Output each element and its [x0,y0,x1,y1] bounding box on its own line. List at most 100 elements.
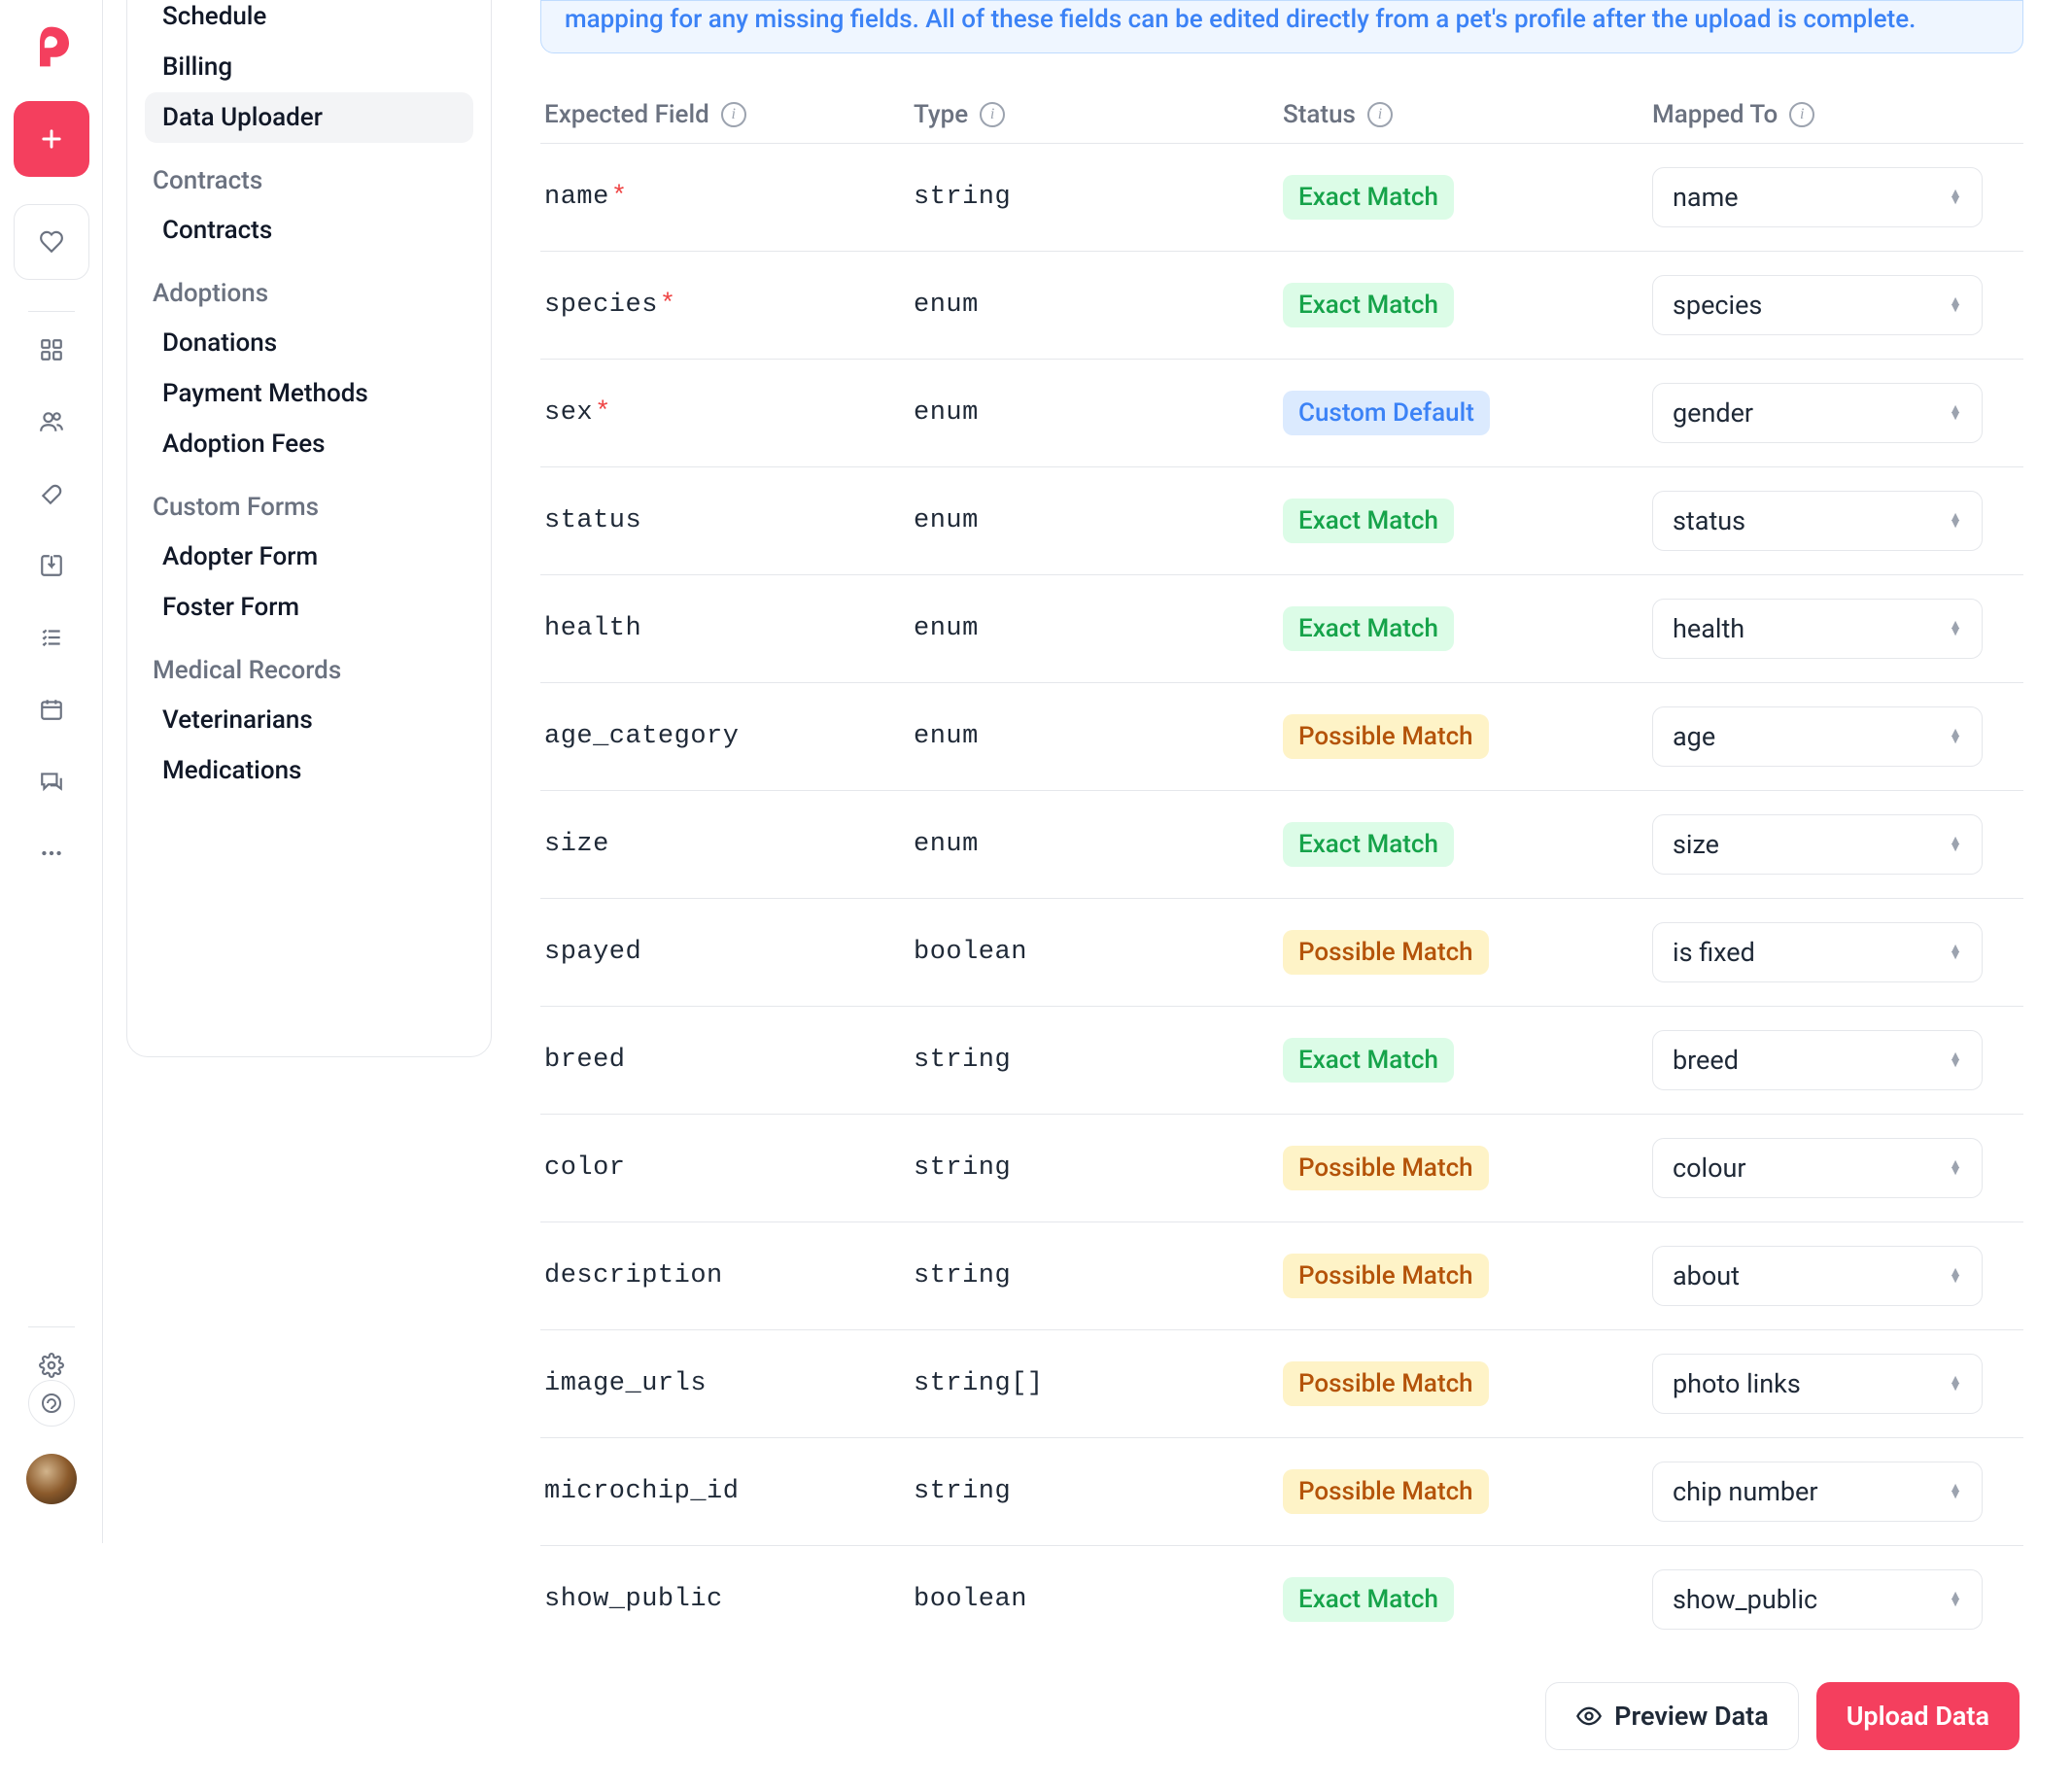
chevron-up-down-icon: ▲▼ [1949,1269,1962,1283]
mapped-to-select[interactable]: health▲▼ [1652,599,1983,659]
expected-field-cell: microchip_id [544,1477,914,1506]
select-value: show_public [1673,1584,1817,1615]
mapped-to-select[interactable]: photo links ▲▼ [1652,1354,1983,1414]
people-icon[interactable] [37,407,66,436]
status-cell: Exact Match [1283,1577,1652,1622]
dashboard-icon[interactable] [37,335,66,364]
favorites-button[interactable] [14,204,89,280]
mapped-to-select[interactable]: is fixed ▲▼ [1652,922,1983,982]
tasks-icon[interactable] [37,623,66,652]
mapping-row: sex*enumCustom Defaultgender▲▼ [540,359,2023,466]
calendar-icon[interactable] [37,695,66,724]
select-value: photo links [1673,1368,1801,1399]
type-cell: boolean [914,938,1283,967]
chevron-up-down-icon: ▲▼ [1949,946,1962,959]
mapping-row: colorstringPossible Matchcolour▲▼ [540,1114,2023,1221]
type-cell: enum [914,722,1283,751]
info-icon[interactable]: i [1367,102,1393,127]
sidebar-item-adoption-fees[interactable]: Adoption Fees [145,419,473,469]
select-value: name [1673,182,1739,213]
type-cell: string [914,1477,1283,1506]
status-badge: Exact Match [1283,1577,1454,1622]
status-badge: Exact Match [1283,499,1454,543]
mapped-to-select[interactable]: show_public▲▼ [1652,1569,1983,1630]
required-asterisk: * [595,398,611,428]
status-cell: Exact Match [1283,499,1652,543]
more-icon[interactable] [37,839,66,868]
sidebar-item-contracts[interactable]: Contracts [145,205,473,256]
status-cell: Exact Match [1283,283,1652,327]
status-badge: Exact Match [1283,822,1454,867]
preview-data-button[interactable]: Preview Data [1545,1682,1799,1750]
mapped-to-select[interactable]: about▲▼ [1652,1246,1983,1306]
eye-icon [1575,1703,1603,1730]
info-icon[interactable]: i [980,102,1005,127]
select-value: chip number [1673,1476,1818,1507]
mapped-to-select[interactable]: age▲▼ [1652,706,1983,767]
status-cell: Possible Match [1283,1361,1652,1406]
mapped-to-select[interactable]: gender▲▼ [1652,383,1983,443]
status-badge: Exact Match [1283,283,1454,327]
sidebar-item-medications[interactable]: Medications [145,745,473,796]
add-button[interactable] [14,101,89,177]
mapped-to-select[interactable]: size ▲▼ [1652,814,1983,875]
mapped-to-select[interactable]: breed▲▼ [1652,1030,1983,1090]
messages-icon[interactable] [37,767,66,796]
status-cell: Possible Match [1283,714,1652,759]
status-badge: Possible Match [1283,1361,1489,1406]
select-value: species [1673,290,1762,321]
expected-field-cell: spayed [544,938,914,967]
mapped-to-select[interactable]: colour▲▼ [1652,1138,1983,1198]
chevron-up-down-icon: ▲▼ [1949,1161,1962,1175]
settings-icon[interactable] [37,1351,66,1380]
sidebar-item-payment-methods[interactable]: Payment Methods [145,368,473,419]
status-cell: Possible Match [1283,1146,1652,1190]
mapped-to-select[interactable]: name ▲▼ [1652,167,1983,227]
inbox-icon[interactable] [37,551,66,580]
mapping-row: species * enumExact Match species▲▼ [540,251,2023,359]
status-badge: Possible Match [1283,714,1489,759]
sidebar-item-adopter-form[interactable]: Adopter Form [145,532,473,582]
status-badge: Custom Default [1283,391,1490,435]
chevron-up-down-icon: ▲▼ [1949,838,1962,851]
info-icon[interactable]: i [721,102,746,127]
select-value: status [1673,505,1745,536]
status-cell: Possible Match [1283,1254,1652,1298]
info-icon[interactable]: i [1789,102,1814,127]
sidebar-item-billing[interactable]: Billing [145,42,473,92]
main-content: mapping for any missing fields. All of t… [540,0,2033,1789]
column-status: Status i [1283,100,1652,129]
mapping-row: status enumExact Match status▲▼ [540,466,2023,574]
mapping-row: sizeenumExact Matchsize▲▼ [540,790,2023,898]
sidebar-heading: Custom Forms [145,469,473,532]
upload-data-button[interactable]: Upload Data [1816,1682,2020,1750]
app-logo[interactable] [24,19,79,74]
sidebar-item-schedule[interactable]: Schedule [145,0,473,42]
required-asterisk: * [611,183,628,212]
chevron-up-down-icon: ▲▼ [1949,730,1962,743]
required-asterisk: * [660,291,676,320]
mapped-to-select[interactable]: species▲▼ [1652,275,1983,335]
select-value: size [1673,829,1719,860]
sidebar-item-veterinarians[interactable]: Veterinarians [145,695,473,745]
select-value: is fixed [1673,937,1755,968]
sidebar-item-donations[interactable]: Donations [145,318,473,368]
sidebar-item-data-uploader[interactable]: Data Uploader [145,92,473,143]
chevron-up-down-icon: ▲▼ [1949,190,1962,204]
mapped-to-select[interactable]: status▲▼ [1652,491,1983,551]
mapping-table-header: Expected Field i Type i Status i Mapped … [540,86,2023,143]
status-badge: Exact Match [1283,175,1454,220]
type-cell: enum [914,398,1283,428]
help-chat-button[interactable] [28,1380,75,1427]
heart-hand-icon[interactable] [37,479,66,508]
user-avatar[interactable] [26,1454,77,1504]
chevron-up-down-icon: ▲▼ [1949,1377,1962,1391]
type-cell: enum [914,506,1283,535]
type-cell: string [914,1261,1283,1290]
sidebar-item-foster-form[interactable]: Foster Form [145,582,473,633]
mapped-to-select[interactable]: chip number▲▼ [1652,1462,1983,1522]
info-banner: mapping for any missing fields. All of t… [540,0,2023,53]
type-cell: enum [914,614,1283,643]
type-cell: enum [914,291,1283,320]
settings-sidebar: ScheduleBillingData Uploader ContractsCo… [126,0,492,1057]
